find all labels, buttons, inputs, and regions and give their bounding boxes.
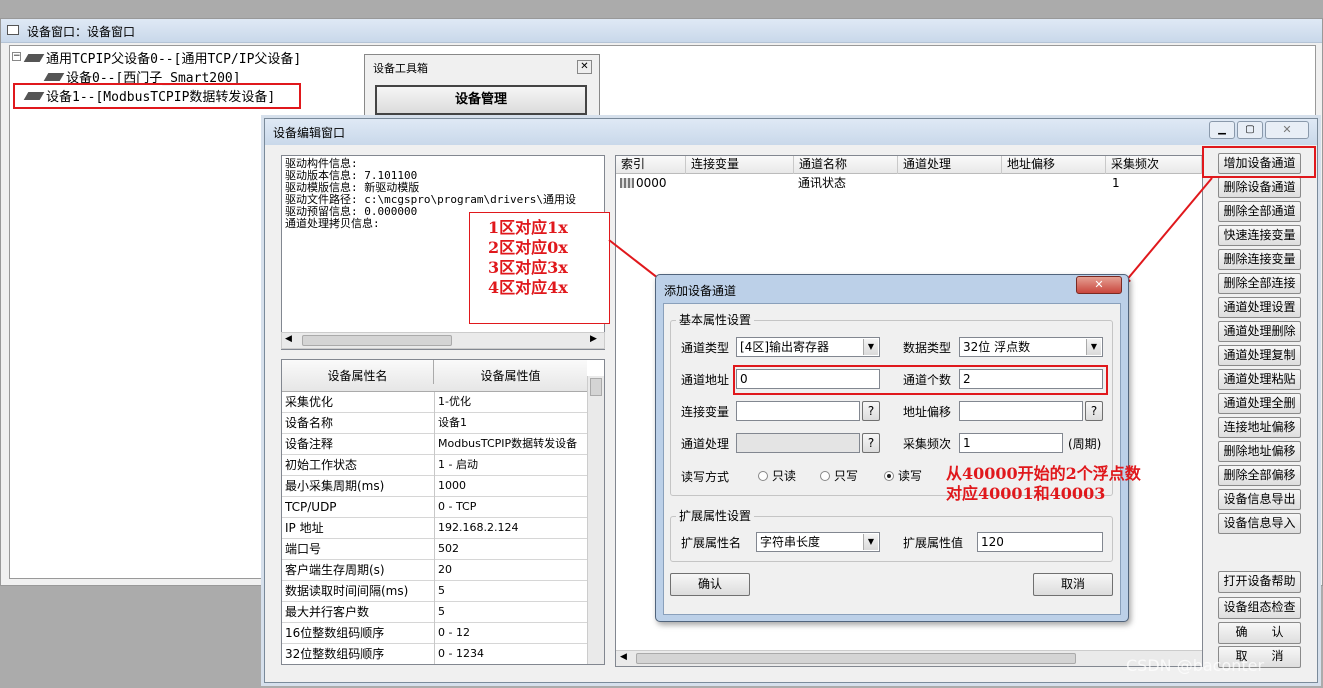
channel-type-label: 通道类型 [681, 341, 730, 355]
radio-icon[interactable] [820, 471, 830, 481]
float-annotation-line: 从40000开始的2个浮点数 [946, 464, 1141, 483]
data-type-value: 32位 浮点数 [963, 340, 1031, 354]
link-var-help-button[interactable]: ? [862, 401, 880, 421]
ext-name-select[interactable]: 字符串长度 ▼ [756, 532, 880, 552]
channel-addr-label: 通道地址 [681, 373, 730, 387]
float-annotation-line: 对应40001和40003 [946, 484, 1106, 503]
freq-unit: (周期) [1068, 437, 1102, 451]
addr-offset-label: 地址偏移 [903, 405, 952, 419]
channel-proc-help-button[interactable]: ? [862, 433, 880, 453]
ext-group-label: 扩展属性设置 [676, 509, 755, 523]
rw-readwrite-radio[interactable]: 读写 [884, 468, 922, 484]
channel-proc-input [736, 433, 860, 453]
rw-option-label: 只读 [772, 469, 797, 483]
radio-selected-icon[interactable] [884, 471, 894, 481]
chevron-down-icon[interactable]: ▼ [1086, 339, 1101, 355]
highlight-address-count [733, 365, 1108, 395]
ext-value-input[interactable]: 120 [977, 532, 1103, 552]
close-icon[interactable]: ✕ [1076, 276, 1122, 294]
watermark: CSDN @baconter [1126, 656, 1265, 675]
addr-offset-help-button[interactable]: ? [1085, 401, 1103, 421]
link-var-label: 连接变量 [681, 405, 730, 419]
ext-value-label: 扩展属性值 [903, 536, 964, 550]
rw-writeonly-radio[interactable]: 只写 [820, 468, 858, 484]
data-type-select[interactable]: 32位 浮点数 ▼ [959, 337, 1103, 357]
dialog-cancel-button[interactable]: 取消 [1033, 573, 1113, 596]
freq-input[interactable]: 1 [959, 433, 1063, 453]
rw-option-label: 只写 [834, 469, 859, 483]
freq-label: 采集频次 [903, 437, 952, 451]
ext-name-label: 扩展属性名 [681, 536, 742, 550]
dialog-ok-button[interactable]: 确认 [670, 573, 750, 596]
rw-option-label: 读写 [898, 469, 923, 483]
chevron-down-icon[interactable]: ▼ [863, 339, 878, 355]
channel-proc-label: 通道处理 [681, 437, 730, 451]
data-type-label: 数据类型 [903, 341, 952, 355]
ext-name-value: 字符串长度 [760, 535, 821, 549]
rw-label: 读写方式 [681, 470, 730, 484]
float-annotation: 从40000开始的2个浮点数 对应40001和40003 [946, 464, 1141, 504]
radio-icon[interactable] [758, 471, 768, 481]
basic-group-label: 基本属性设置 [676, 313, 755, 327]
channel-type-select[interactable]: [4区]输出寄存器 ▼ [736, 337, 880, 357]
chevron-down-icon[interactable]: ▼ [863, 534, 878, 550]
link-var-input[interactable] [736, 401, 860, 421]
channel-type-value: [4区]输出寄存器 [740, 340, 829, 354]
rw-readonly-radio[interactable]: 只读 [758, 468, 796, 484]
addr-offset-input[interactable] [959, 401, 1083, 421]
dialog-title: 添加设备通道 [664, 284, 737, 298]
